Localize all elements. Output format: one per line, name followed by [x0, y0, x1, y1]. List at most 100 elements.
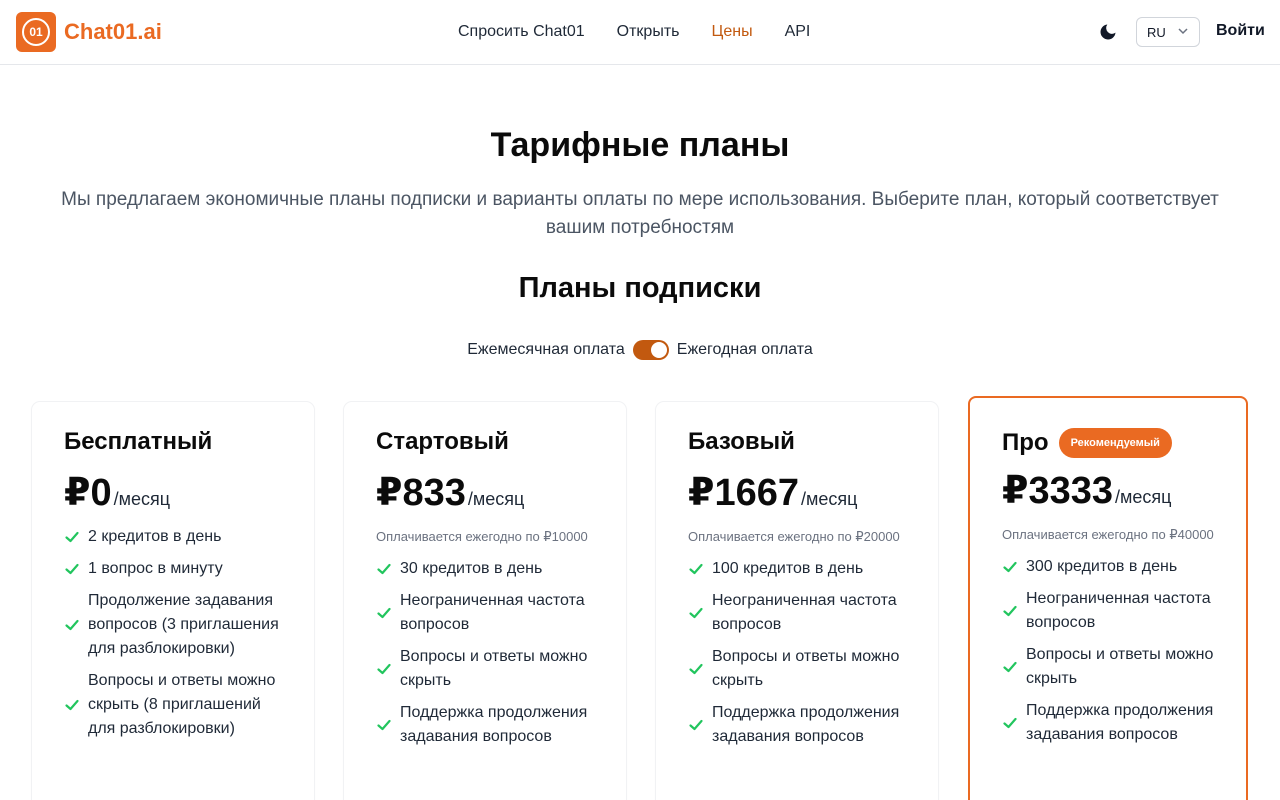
feature-item: Вопросы и ответы можно скрыть (8 приглаш… [64, 669, 282, 741]
plan-header: Бесплатный [64, 428, 282, 456]
check-icon [1003, 561, 1017, 573]
check-icon [689, 663, 703, 675]
feature-text: 100 кредитов в день [712, 560, 864, 577]
feature-item: Поддержка продолжения задавания вопросов [376, 701, 594, 749]
feature-item: Неограниченная частота вопросов [688, 589, 906, 637]
plan-card-pro: Про Рекомендуемый ₽3333 /месяц Оплачивае… [968, 396, 1248, 800]
plan-name: Стартовый [376, 428, 509, 455]
price-value: ₽833 [376, 472, 466, 514]
feature-text: Неограниченная частота вопросов [400, 592, 585, 633]
feature-item: Поддержка продолжения задавания вопросов [688, 701, 906, 749]
feature-item: Вопросы и ответы можно скрыть [1002, 643, 1214, 691]
feature-text: Вопросы и ответы можно скрыть [712, 648, 900, 689]
plan-header: Базовый [688, 428, 906, 456]
check-icon [65, 699, 79, 711]
feature-text: 2 кредитов в день [88, 528, 222, 545]
price-period: /месяц [467, 489, 525, 509]
language-value: RU [1147, 24, 1166, 40]
moon-icon[interactable] [1098, 22, 1118, 42]
billing-yearly-label[interactable]: Ежегодная оплата [677, 341, 813, 359]
billing-period-toggle[interactable] [632, 340, 669, 360]
feature-text: 1 вопрос в минуту [88, 560, 223, 577]
feature-text: Поддержка продолжения задавания вопросов [712, 704, 900, 745]
plan-price: ₽1667 /месяц [688, 470, 906, 515]
check-icon [1003, 605, 1017, 617]
price-period: /месяц [800, 489, 858, 509]
check-icon [377, 719, 391, 731]
feature-text: Неограниченная частота вопросов [712, 592, 897, 633]
feature-item: Неограниченная частота вопросов [376, 589, 594, 637]
feature-text: Вопросы и ответы можно скрыть [400, 648, 588, 689]
nav-item-pricing[interactable]: Цены [712, 23, 753, 41]
check-icon [1003, 717, 1017, 729]
feature-list: 30 кредитов в день Неограниченная частот… [376, 557, 594, 749]
brand-logo[interactable]: 01 Chat01.ai [16, 12, 162, 52]
nav-item-ask[interactable]: Спросить Chat01 [458, 23, 585, 41]
feature-item: 300 кредитов в день [1002, 555, 1214, 579]
feature-text: 30 кредитов в день [400, 560, 543, 577]
check-icon [377, 663, 391, 675]
feature-item: 2 кредитов в день [64, 525, 282, 549]
plan-card-free: Бесплатный ₽0 /месяц 2 кредитов в день 1… [32, 402, 314, 800]
feature-item: Вопросы и ответы можно скрыть [688, 645, 906, 693]
feature-text: Поддержка продолжения задавания вопросов [400, 704, 588, 745]
billing-monthly-label[interactable]: Ежемесячная оплата [467, 341, 625, 359]
logo-mark-text: 01 [22, 18, 50, 46]
check-icon [1003, 661, 1017, 673]
plan-price: ₽3333 /месяц [1002, 468, 1214, 513]
feature-text: 300 кредитов в день [1026, 558, 1178, 575]
billed-note: Оплачивается ежегодно по ₽40000 [1002, 527, 1214, 542]
feature-text: Продолжение задавания вопросов (3 пригла… [88, 592, 279, 657]
billed-note: Оплачивается ежегодно по ₽20000 [688, 529, 900, 544]
chevron-down-icon [1178, 28, 1188, 35]
feature-item: 30 кредитов в день [376, 557, 594, 581]
check-icon [689, 607, 703, 619]
price-value: ₽3333 [1002, 470, 1113, 512]
feature-text: Вопросы и ответы можно скрыть [1026, 646, 1214, 687]
recommended-badge: Рекомендуемый [1058, 428, 1172, 458]
page-title: Тарифные планы [490, 126, 790, 164]
feature-item: Продолжение задавания вопросов (3 пригла… [64, 589, 282, 661]
top-header: 01 Chat01.ai Спросить Chat01 Открыть Цен… [0, 0, 1280, 65]
plan-card-starter: Стартовый ₽833 /месяц Оплачивается ежего… [344, 402, 626, 800]
feature-item: 100 кредитов в день [688, 557, 906, 581]
plan-name: Бесплатный [64, 428, 213, 455]
feature-item: Неограниченная частота вопросов [1002, 587, 1214, 635]
feature-list: 300 кредитов в день Неограниченная часто… [1002, 555, 1214, 747]
feature-item: Поддержка продолжения задавания вопросов [1002, 699, 1214, 747]
check-icon [65, 563, 79, 575]
feature-item: 1 вопрос в минуту [64, 557, 282, 581]
feature-item: Вопросы и ответы можно скрыть [376, 645, 594, 693]
check-icon [689, 563, 703, 575]
toggle-knob [650, 342, 667, 358]
price-period: /месяц [113, 489, 171, 509]
plan-card-basic: Базовый ₽1667 /месяц Оплачивается ежегод… [656, 402, 938, 800]
check-icon [65, 531, 79, 543]
login-button[interactable]: Войти [1216, 22, 1265, 40]
logo-mark: 01 [16, 12, 56, 52]
price-value: ₽0 [64, 472, 112, 514]
nav-item-explore[interactable]: Открыть [617, 23, 680, 41]
feature-text: Поддержка продолжения задавания вопросов [1026, 702, 1214, 743]
check-icon [689, 719, 703, 731]
plan-header: Про Рекомендуемый [1002, 428, 1214, 458]
plan-name: Про [1002, 429, 1049, 456]
feature-list: 2 кредитов в день 1 вопрос в минуту Прод… [64, 525, 282, 741]
nav-item-api[interactable]: API [785, 23, 811, 41]
plan-header: Стартовый [376, 428, 594, 456]
check-icon [377, 607, 391, 619]
billed-note: Оплачивается ежегодно по ₽10000 [376, 529, 588, 544]
billing-toggle-row: Ежемесячная оплата Ежегодная оплата [0, 340, 1280, 360]
section-title: Планы подписки [518, 272, 762, 304]
language-select[interactable]: RU [1136, 17, 1200, 47]
plan-price: ₽0 /месяц [64, 470, 282, 515]
price-value: ₽1667 [688, 472, 799, 514]
page-subtitle: Мы предлагаем экономичные планы подписки… [61, 189, 1219, 238]
main-nav: Спросить Chat01 Открыть Цены API [458, 0, 810, 64]
price-period: /месяц [1114, 487, 1172, 507]
plan-name: Базовый [688, 428, 795, 455]
feature-list: 100 кредитов в день Неограниченная часто… [688, 557, 906, 749]
plan-price: ₽833 /месяц [376, 470, 594, 515]
feature-text: Неограниченная частота вопросов [1026, 590, 1211, 631]
feature-text: Вопросы и ответы можно скрыть (8 приглаш… [88, 672, 276, 737]
